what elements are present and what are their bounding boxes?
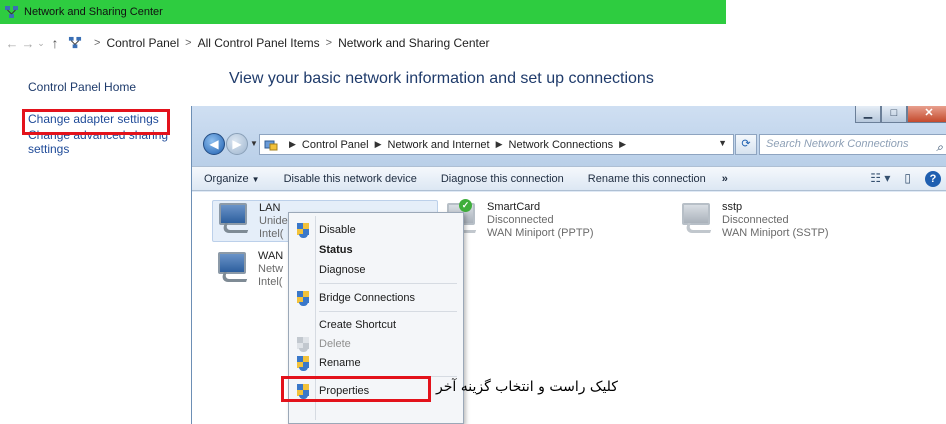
chevron-right-icon: > — [185, 37, 192, 49]
menu-item-bridge-connections[interactable]: Bridge Connections — [292, 287, 460, 309]
control-panel-home-link[interactable]: Control Panel Home — [28, 80, 188, 94]
diagnose-button[interactable]: Diagnose this connection — [441, 173, 564, 185]
chevron-right-icon: ▶ — [619, 139, 627, 149]
change-view-icon[interactable]: ☷ ▾ — [870, 171, 890, 187]
address-dropdown-icon[interactable]: ▼ — [718, 138, 727, 148]
up-arrow-icon[interactable]: ↑ — [46, 35, 64, 51]
organize-label: Organize — [204, 172, 249, 185]
window-title: Network and Sharing Center — [24, 6, 163, 18]
uac-shield-icon — [297, 291, 310, 306]
connection-device: Intel( — [259, 228, 284, 240]
search-input[interactable]: Search Network Connections ⌕ — [759, 134, 946, 155]
chevron-right-icon: ▶ — [374, 139, 382, 149]
address-bar: ← → ⌄ ↑ > Control Panel > All Control Pa… — [0, 33, 726, 53]
page-heading: View your basic network information and … — [229, 70, 654, 87]
connection-name: WAN — [258, 250, 284, 262]
check-icon: ✓ — [459, 199, 472, 212]
breadcrumb-network-connections[interactable]: Network Connections — [509, 139, 614, 151]
window-titlebar: Network and Sharing Center — [0, 0, 726, 24]
chevron-right-icon: ▶ — [495, 139, 503, 149]
rename-button[interactable]: Rename this connection — [588, 173, 706, 185]
search-icon[interactable]: ⌕ — [936, 138, 943, 157]
uac-shield-icon — [297, 356, 310, 371]
breadcrumb-control-panel[interactable]: Control Panel — [106, 36, 179, 50]
uac-shield-icon — [297, 337, 310, 352]
forward-arrow-icon[interactable]: → — [20, 36, 36, 51]
connection-status: Disconnected — [487, 214, 554, 226]
menu-item-label: Diagnose — [319, 264, 366, 276]
command-toolbar: Organize ▼ Disable this network device Di… — [192, 166, 946, 191]
history-dropdown-icon[interactable]: ▼ — [250, 139, 258, 148]
menu-item-label: Create Shortcut — [319, 319, 397, 331]
uac-shield-icon — [297, 223, 310, 238]
forward-button-icon[interactable]: ▶ — [226, 133, 248, 155]
network-adapter-icon — [217, 203, 253, 235]
menu-item-label: Rename — [319, 357, 361, 369]
chevron-right-icon: ▶ — [289, 139, 296, 149]
minimize-icon[interactable]: ▁ — [855, 106, 881, 123]
menu-separator — [319, 311, 457, 312]
recent-dropdown-icon[interactable]: ⌄ — [36, 38, 46, 49]
disable-device-button[interactable]: Disable this network device — [284, 173, 417, 185]
search-placeholder: Search Network Connections — [766, 138, 909, 150]
highlight-box-adapter-settings — [22, 109, 170, 135]
close-icon[interactable]: ✕ — [907, 106, 946, 123]
preview-pane-icon[interactable]: ▯ — [904, 171, 911, 187]
chevron-right-icon: > — [325, 37, 333, 49]
instruction-annotation: کلیک راست و انتخاب گزینه آخر — [436, 379, 618, 395]
connection-status: Disconnected — [722, 214, 789, 226]
connection-name: SmartCard — [487, 201, 541, 213]
network-connections-address-bar[interactable]: ▶ Control Panel ▶ Network and Internet ▶… — [259, 134, 734, 155]
breadcrumb-network-center[interactable]: Network and Sharing Center — [338, 36, 489, 50]
window-controls: ▁ □ ✕ — [855, 106, 946, 123]
back-button-icon[interactable]: ◀ — [203, 133, 225, 155]
connection-device: WAN Miniport (SSTP) — [722, 227, 829, 239]
network-folder-icon — [264, 138, 278, 152]
refresh-icon[interactable]: ⟳ — [735, 134, 757, 155]
menu-separator — [319, 283, 457, 284]
network-adapter-icon — [680, 203, 716, 235]
window-frame: ▁ □ ✕ ◀ ▶ ▼ ▶ Control Panel ▶ Network an… — [192, 106, 946, 166]
menu-item-label: Disable — [319, 224, 356, 236]
help-icon[interactable]: ? — [925, 171, 941, 187]
menu-item-rename[interactable]: Rename — [292, 352, 460, 374]
network-adapter-icon — [216, 252, 252, 284]
connection-name: sstp — [722, 201, 743, 213]
connection-name: LAN — [259, 202, 281, 214]
breadcrumb-network-internet[interactable]: Network and Internet — [388, 139, 490, 151]
maximize-icon[interactable]: □ — [881, 106, 907, 123]
view-controls: ☷ ▾ ▯ ? — [870, 171, 941, 187]
connection-device: Intel( — [258, 276, 283, 288]
connection-status: Netw — [258, 263, 284, 275]
breadcrumb-all-items[interactable]: All Control Panel Items — [198, 36, 320, 50]
highlight-box-properties — [281, 376, 431, 402]
menu-item-label: Status — [319, 244, 353, 256]
more-commands-button[interactable]: » — [722, 173, 728, 185]
menu-item-status[interactable]: Status — [292, 239, 460, 261]
menu-item-label: Delete — [319, 338, 351, 350]
breadcrumb-control-panel[interactable]: Control Panel — [302, 139, 369, 151]
organize-menu[interactable]: Organize ▼ — [204, 173, 260, 185]
caret-down-icon: ▼ — [251, 174, 260, 184]
connection-device: WAN Miniport (PPTP) — [487, 227, 594, 239]
network-icon — [68, 36, 82, 50]
chevron-right-icon: > — [94, 37, 101, 49]
menu-item-disable[interactable]: Disable — [292, 219, 460, 241]
back-arrow-icon[interactable]: ← — [4, 36, 20, 51]
network-icon — [4, 5, 19, 20]
menu-item-diagnose[interactable]: Diagnose — [292, 259, 460, 281]
connection-status: Unide — [259, 215, 288, 227]
menu-item-label: Bridge Connections — [319, 292, 416, 304]
